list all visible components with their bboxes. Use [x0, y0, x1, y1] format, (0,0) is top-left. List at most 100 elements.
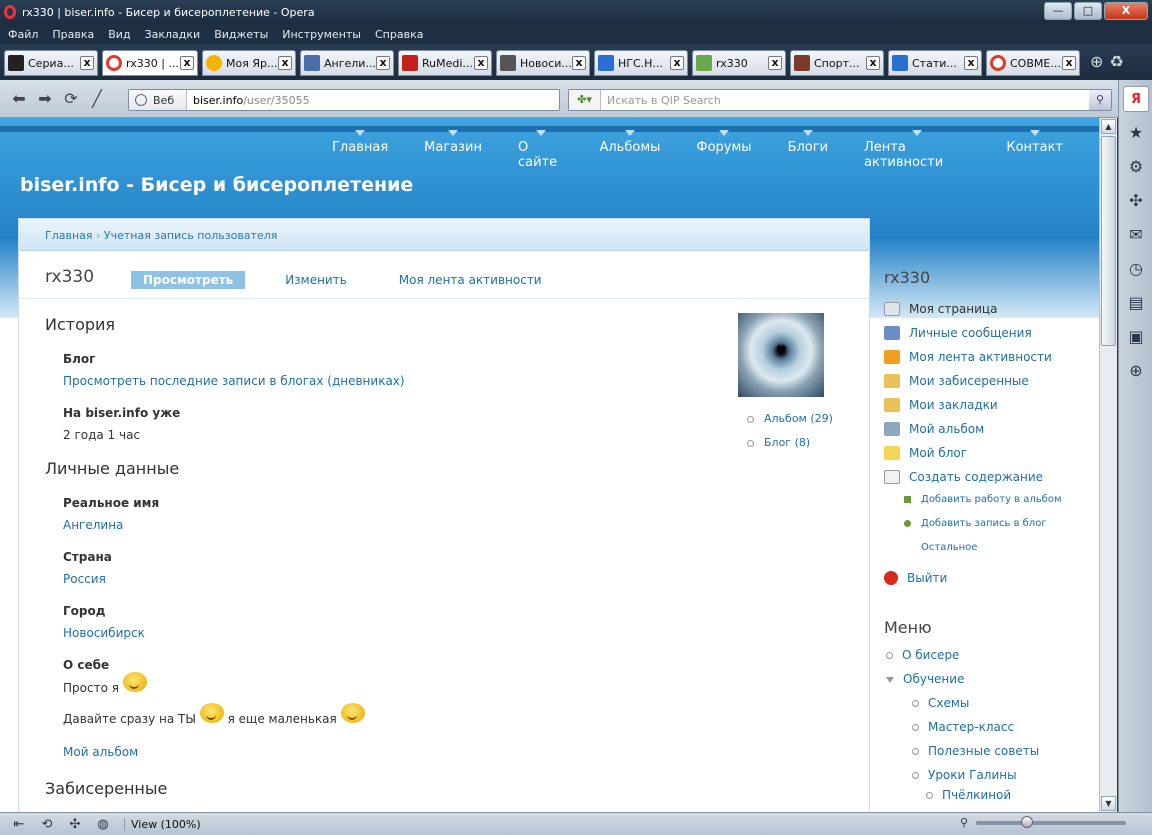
country-value[interactable]: Россия — [63, 572, 106, 586]
menu-item-tips[interactable]: Полезные советы — [912, 744, 1039, 758]
tab-close-icon[interactable]: x — [768, 56, 782, 70]
nav-forums[interactable]: Форумы — [696, 130, 752, 170]
url-text[interactable]: biser.info/user/35055 — [187, 94, 310, 107]
browser-tab-active[interactable]: rx330 | ... x — [102, 50, 198, 76]
sidebar-item-activity[interactable]: Моя лента активности — [884, 350, 1052, 364]
maximize-button[interactable]: □ — [1074, 2, 1102, 20]
history-clock-icon[interactable]: ◷ — [1123, 256, 1149, 282]
browser-tab[interactable]: Моя Яр... x — [202, 50, 296, 76]
tab-close-icon[interactable]: x — [80, 56, 94, 70]
breadcrumb-current[interactable]: Учетная запись пользователя — [104, 229, 277, 242]
add-panel-icon[interactable]: ⊕ — [1123, 358, 1149, 384]
magnifier-icon[interactable]: ⚲ — [960, 816, 968, 829]
tab-my-activity[interactable]: Моя лента активности — [387, 271, 554, 289]
sync-icon[interactable]: ⟲ — [36, 817, 58, 832]
minimize-button[interactable]: — — [1044, 2, 1072, 20]
search-engine-icon[interactable]: ✤▾ — [569, 90, 601, 110]
menu-view[interactable]: Вид — [108, 28, 130, 41]
browser-tab[interactable]: СОВМЕ... x — [986, 50, 1080, 76]
browser-tab[interactable]: Новоси... x — [496, 50, 590, 76]
sidebar-item-create[interactable]: Создать содержание — [884, 470, 1043, 484]
menu-item-schemes[interactable]: Схемы — [912, 696, 969, 710]
menu-bookmarks[interactable]: Закладки — [145, 28, 201, 41]
tab-close-icon[interactable]: x — [1062, 56, 1076, 70]
browser-tab[interactable]: Сериа... x — [4, 50, 98, 76]
sidebar-sub-add-post[interactable]: Добавить запись в блог — [904, 518, 1047, 529]
zoom-slider[interactable] — [976, 815, 1127, 828]
new-tab-icon[interactable]: ⊕ — [1090, 52, 1103, 80]
bookmarks-star-icon[interactable]: ★ — [1123, 120, 1149, 146]
sidebar-sub-add-work[interactable]: Добавить работу в альбом — [904, 494, 1062, 505]
transfers-icon[interactable]: ▣ — [1123, 324, 1149, 350]
sidebar-item-beaded[interactable]: Мои забисеренные — [884, 374, 1029, 388]
sidebar-item-album[interactable]: Мой альбом — [884, 422, 984, 436]
menu-help[interactable]: Справка — [375, 28, 423, 41]
menu-item-lessons-cont[interactable]: Пчёлкиной — [926, 788, 1011, 802]
browser-tab[interactable]: rx330 x — [692, 50, 786, 76]
turbo-icon[interactable]: ◍ — [92, 817, 114, 832]
menu-widgets[interactable]: Виджеты — [214, 28, 268, 41]
menu-tools[interactable]: Инструменты — [282, 28, 361, 41]
menu-item-learning[interactable]: Обучение — [886, 672, 964, 686]
yandex-icon[interactable]: Я — [1123, 86, 1149, 112]
sidebar-item-my-page[interactable]: Моя страница — [884, 302, 997, 316]
menu-item-lessons[interactable]: Уроки Галины — [912, 768, 1017, 782]
tab-close-icon[interactable]: x — [278, 56, 292, 70]
menu-item-masterclass[interactable]: Мастер-класс — [912, 720, 1014, 734]
gear-icon[interactable]: ⚙ — [1123, 154, 1149, 180]
blog-link[interactable]: Просмотреть последние записи в блогах (д… — [63, 374, 405, 388]
close-window-button[interactable]: X — [1104, 2, 1148, 20]
city-value[interactable]: Новосибирск — [63, 626, 145, 640]
menu-file[interactable]: Файл — [8, 28, 38, 41]
unite-status-icon[interactable]: ✣ — [64, 817, 86, 832]
search-field[interactable]: ✤▾ Искать в QIP Search ⚲ — [568, 89, 1112, 111]
reload-icon[interactable]: ⟳ — [60, 88, 82, 110]
tab-close-icon[interactable]: x — [572, 56, 586, 70]
nav-activity[interactable]: Лента активности — [864, 130, 970, 170]
back-icon[interactable]: ⬅ — [8, 88, 30, 110]
scroll-thumb[interactable] — [1101, 136, 1116, 346]
sidebar-item-messages[interactable]: Личные сообщения — [884, 326, 1032, 340]
address-bar[interactable]: Веб biser.info/user/35055 — [128, 89, 560, 111]
feeds-icon[interactable]: ✉ — [1123, 222, 1149, 248]
menu-edit[interactable]: Правка — [52, 28, 94, 41]
unite-icon[interactable]: ✣ — [1123, 188, 1149, 214]
tab-close-icon[interactable]: x — [474, 56, 488, 70]
browser-tab[interactable]: НГС.Н... x — [594, 50, 688, 76]
tab-edit[interactable]: Изменить — [273, 271, 359, 289]
nav-about[interactable]: О сайте — [518, 130, 563, 170]
realname-value[interactable]: Ангелина — [63, 518, 123, 532]
tab-close-icon[interactable]: x — [670, 56, 684, 70]
browser-tab[interactable]: Спорт... x — [790, 50, 884, 76]
nav-blogs[interactable]: Блоги — [788, 130, 828, 170]
scroll-down-icon[interactable]: ▼ — [1101, 796, 1116, 811]
nav-home[interactable]: Главная — [332, 130, 388, 170]
edit-icon[interactable]: ╱ — [86, 88, 108, 110]
browser-tab[interactable]: RuMedi... x — [398, 50, 492, 76]
menu-item-about-beads[interactable]: О бисере — [886, 648, 959, 662]
trash-icon[interactable]: ♻ — [1109, 52, 1123, 80]
sidebar-item-logout[interactable]: Выйти — [884, 571, 947, 585]
tab-close-icon[interactable]: x — [964, 56, 978, 70]
user-avatar[interactable]: ♥ — [738, 313, 824, 397]
site-title[interactable]: biser.info - Бисер и бисероплетение — [20, 174, 413, 196]
tab-close-icon[interactable]: x — [376, 56, 390, 70]
nav-shop[interactable]: Магазин — [424, 130, 482, 170]
zoom-label[interactable]: View (100%) — [124, 817, 201, 831]
vertical-scrollbar[interactable]: ▲ ▼ — [1099, 118, 1117, 812]
tab-close-icon[interactable]: x — [866, 56, 880, 70]
scroll-up-icon[interactable]: ▲ — [1101, 119, 1116, 134]
sidebar-sub-other[interactable]: Остальное — [904, 542, 977, 553]
forward-icon[interactable]: ➡ — [34, 88, 56, 110]
browser-tab[interactable]: Стати... x — [888, 50, 982, 76]
panel-toggle-icon[interactable]: ⇤ — [8, 817, 30, 832]
sidebar-item-bookmarks[interactable]: Мои закладки — [884, 398, 998, 412]
breadcrumb-home[interactable]: Главная — [45, 229, 93, 242]
tab-close-icon[interactable]: x — [180, 56, 194, 70]
search-icon[interactable]: ⚲ — [1089, 90, 1111, 110]
nav-contact[interactable]: Контакт — [1006, 130, 1063, 170]
zoom-slider-knob[interactable] — [1021, 815, 1034, 828]
about-album-link[interactable]: Мой альбом — [63, 745, 138, 759]
nav-albums[interactable]: Альбомы — [599, 130, 660, 170]
tab-view[interactable]: Просмотреть — [131, 271, 246, 289]
